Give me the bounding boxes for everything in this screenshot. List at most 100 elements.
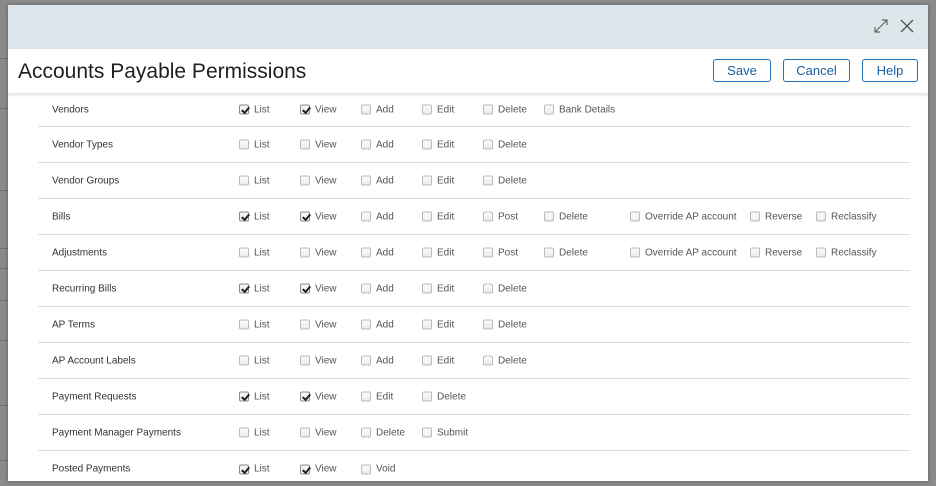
permission-checkbox[interactable]: Override AP account [630, 247, 737, 258]
permission-checkbox[interactable]: Post [483, 247, 518, 258]
permission-checkbox[interactable]: Delete [544, 247, 588, 258]
checkbox-unchecked[interactable] [300, 427, 310, 438]
checkbox-unchecked[interactable] [361, 139, 371, 150]
permission-checkbox[interactable]: View [300, 391, 337, 402]
permission-checkbox[interactable]: Add [361, 104, 394, 115]
checkbox-unchecked[interactable] [361, 211, 371, 222]
checkbox-unchecked[interactable] [483, 355, 493, 366]
permission-checkbox[interactable]: Edit [422, 247, 454, 258]
checkbox-unchecked[interactable] [483, 283, 493, 294]
permission-checkbox[interactable]: View [300, 175, 337, 186]
checkbox-unchecked[interactable] [750, 247, 760, 258]
checkbox-unchecked[interactable] [239, 427, 249, 438]
checkbox-unchecked[interactable] [361, 104, 371, 115]
permission-checkbox[interactable]: List [239, 427, 270, 438]
permission-checkbox[interactable]: View [300, 464, 337, 475]
permission-checkbox[interactable]: View [300, 427, 337, 438]
permission-checkbox[interactable]: Edit [361, 391, 393, 402]
checkbox-checked[interactable] [239, 464, 249, 474]
checkbox-unchecked[interactable] [422, 211, 432, 222]
permission-checkbox[interactable]: View [300, 355, 337, 366]
checkbox-unchecked[interactable] [816, 211, 826, 222]
permission-checkbox[interactable]: Edit [422, 175, 454, 186]
permission-checkbox[interactable]: List [239, 139, 270, 150]
permission-checkbox[interactable]: Reclassify [816, 211, 877, 222]
checkbox-checked[interactable] [300, 211, 310, 222]
checkbox-unchecked[interactable] [361, 391, 371, 402]
checkbox-unchecked[interactable] [750, 211, 760, 222]
checkbox-unchecked[interactable] [544, 247, 554, 258]
permission-checkbox[interactable]: View [300, 319, 337, 330]
checkbox-unchecked[interactable] [361, 175, 371, 186]
checkbox-unchecked[interactable] [422, 427, 432, 438]
permission-checkbox[interactable]: Submit [422, 427, 468, 438]
permission-checkbox[interactable]: Add [361, 319, 394, 330]
checkbox-unchecked[interactable] [422, 319, 432, 330]
checkbox-unchecked[interactable] [630, 247, 640, 258]
permission-checkbox[interactable]: List [239, 464, 270, 475]
checkbox-checked[interactable] [239, 104, 249, 115]
close-icon[interactable] [898, 17, 916, 35]
permission-checkbox[interactable]: Delete [483, 319, 527, 330]
checkbox-unchecked[interactable] [422, 104, 432, 115]
permission-checkbox[interactable]: Add [361, 283, 394, 294]
checkbox-unchecked[interactable] [422, 355, 432, 366]
permission-checkbox[interactable]: List [239, 247, 270, 258]
permission-checkbox[interactable]: Reclassify [816, 247, 877, 258]
help-button[interactable]: Help [862, 59, 918, 82]
checkbox-unchecked[interactable] [544, 104, 554, 115]
permission-checkbox[interactable]: Delete [483, 139, 527, 150]
permission-checkbox[interactable]: List [239, 211, 270, 222]
checkbox-unchecked[interactable] [300, 247, 310, 258]
checkbox-unchecked[interactable] [361, 319, 371, 330]
checkbox-unchecked[interactable] [361, 283, 371, 294]
permission-checkbox[interactable]: List [239, 283, 270, 294]
cancel-button[interactable]: Cancel [783, 59, 850, 82]
permission-checkbox[interactable]: View [300, 283, 337, 294]
permission-checkbox[interactable]: Delete [422, 391, 466, 402]
checkbox-unchecked[interactable] [239, 175, 249, 186]
checkbox-unchecked[interactable] [239, 247, 249, 258]
checkbox-checked[interactable] [300, 391, 310, 402]
permission-checkbox[interactable]: Delete [361, 427, 405, 438]
checkbox-unchecked[interactable] [361, 355, 371, 366]
checkbox-unchecked[interactable] [483, 175, 493, 186]
permission-checkbox[interactable]: Bank Details [544, 104, 615, 115]
checkbox-checked[interactable] [239, 211, 249, 222]
checkbox-unchecked[interactable] [483, 319, 493, 330]
checkbox-unchecked[interactable] [483, 139, 493, 150]
checkbox-checked[interactable] [239, 391, 249, 402]
permission-checkbox[interactable]: Delete [544, 211, 588, 222]
permission-checkbox[interactable]: Delete [483, 175, 527, 186]
permission-checkbox[interactable]: Edit [422, 139, 454, 150]
permission-checkbox[interactable]: Override AP account [630, 211, 737, 222]
checkbox-unchecked[interactable] [300, 175, 310, 186]
permission-checkbox[interactable]: List [239, 104, 270, 115]
permission-checkbox[interactable]: Void [361, 464, 395, 475]
permission-checkbox[interactable]: Edit [422, 104, 454, 115]
permission-checkbox[interactable]: List [239, 391, 270, 402]
checkbox-checked[interactable] [239, 283, 249, 294]
permission-checkbox[interactable]: List [239, 175, 270, 186]
permission-checkbox[interactable]: Reverse [750, 247, 802, 258]
permission-checkbox[interactable]: Delete [483, 283, 527, 294]
permission-checkbox[interactable]: Reverse [750, 211, 802, 222]
checkbox-unchecked[interactable] [422, 247, 432, 258]
checkbox-unchecked[interactable] [483, 247, 493, 258]
permission-checkbox[interactable]: List [239, 319, 270, 330]
checkbox-unchecked[interactable] [239, 139, 249, 150]
permission-checkbox[interactable]: View [300, 104, 337, 115]
checkbox-unchecked[interactable] [422, 139, 432, 150]
checkbox-unchecked[interactable] [300, 355, 310, 366]
permission-checkbox[interactable]: Add [361, 211, 394, 222]
checkbox-unchecked[interactable] [630, 211, 640, 222]
permission-checkbox[interactable]: View [300, 211, 337, 222]
save-button[interactable]: Save [713, 59, 771, 82]
checkbox-unchecked[interactable] [239, 355, 249, 366]
checkbox-unchecked[interactable] [483, 211, 493, 222]
permission-checkbox[interactable]: Edit [422, 211, 454, 222]
checkbox-checked[interactable] [300, 283, 310, 294]
permission-checkbox[interactable]: View [300, 139, 337, 150]
checkbox-unchecked[interactable] [422, 391, 432, 402]
permission-checkbox[interactable]: View [300, 247, 337, 258]
